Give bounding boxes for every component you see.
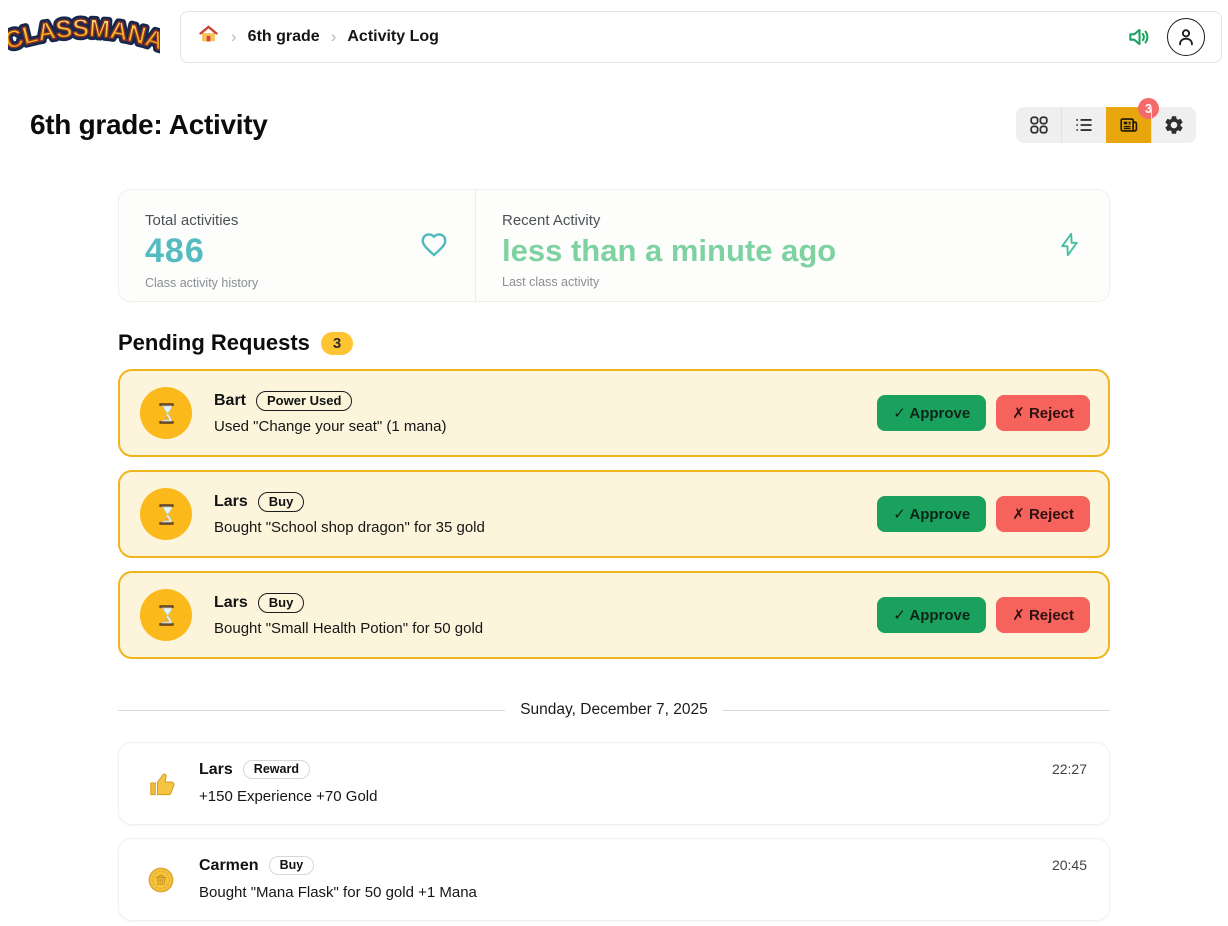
list-view-button[interactable] <box>1061 107 1106 143</box>
breadcrumb-separator: › <box>231 27 237 47</box>
stat-recent-activity: Recent Activity less than a minute ago L… <box>475 190 1109 301</box>
student-name: Lars <box>214 493 248 511</box>
activity-description: +150 Experience +70 Gold <box>199 788 1052 805</box>
student-name: Lars <box>214 594 248 612</box>
main-content: Total activities 486 Class activity hist… <box>118 189 1110 926</box>
person-icon <box>1175 26 1197 48</box>
breadcrumb-class[interactable]: 6th grade <box>248 28 320 46</box>
stat-sublabel: Class activity history <box>145 276 258 290</box>
request-actions: ✓ Approve ✗ Reject <box>877 496 1090 532</box>
reject-button[interactable]: ✗ Reject <box>996 597 1090 633</box>
stats-card: Total activities 486 Class activity hist… <box>118 189 1110 302</box>
section-title: Pending Requests <box>118 330 310 356</box>
approve-button[interactable]: ✓ Approve <box>877 395 986 431</box>
request-type-pill: Power Used <box>256 391 352 411</box>
hourglass-avatar <box>140 488 192 540</box>
approve-button[interactable]: ✓ Approve <box>877 496 986 532</box>
activity-timestamp: 20:45 <box>1052 856 1087 903</box>
coin-icon <box>139 856 199 903</box>
pending-requests-heading: Pending Requests 3 <box>118 330 1110 356</box>
volume-button[interactable] <box>1126 24 1152 50</box>
stat-value: less than a minute ago <box>502 233 836 269</box>
activity-log-view-button[interactable]: 3 <box>1106 107 1151 143</box>
settings-gear-icon <box>1163 114 1185 136</box>
activity-type-pill: Buy <box>269 856 315 875</box>
hourglass-icon <box>153 501 180 528</box>
request-actions: ✓ Approve ✗ Reject <box>877 395 1090 431</box>
header-bar: › 6th grade › Activity Log <box>180 11 1222 63</box>
approve-button[interactable]: ✓ Approve <box>877 597 986 633</box>
request-details: Lars Buy Bought "School shop dragon" for… <box>214 492 855 536</box>
request-details: Lars Buy Bought "Small Health Potion" fo… <box>214 593 855 637</box>
activity-log-icon <box>1118 114 1140 136</box>
house-icon <box>197 23 220 45</box>
hourglass-icon <box>153 400 180 427</box>
reject-button[interactable]: ✗ Reject <box>996 395 1090 431</box>
heart-icon <box>419 229 449 264</box>
stat-total-activities: Total activities 486 Class activity hist… <box>119 190 475 301</box>
activity-description: Bought "Mana Flask" for 50 gold +1 Mana <box>199 884 1052 901</box>
request-description: Bought "School shop dragon" for 35 gold <box>214 519 855 536</box>
view-toggle: 3 <box>1016 107 1196 143</box>
activity-timestamp: 22:27 <box>1052 760 1087 807</box>
breadcrumb-activity-log[interactable]: Activity Log <box>347 28 439 46</box>
hourglass-avatar <box>140 387 192 439</box>
grid-view-button[interactable] <box>1016 107 1061 143</box>
request-actions: ✓ Approve ✗ Reject <box>877 597 1090 633</box>
divider-line <box>723 710 1110 711</box>
stat-sublabel: Last class activity <box>502 275 836 289</box>
volume-icon <box>1126 24 1152 50</box>
divider-line <box>118 710 505 711</box>
activity-type-pill: Reward <box>243 760 310 779</box>
page-title: 6th grade: Activity <box>30 109 268 141</box>
breadcrumb-separator: › <box>331 27 337 47</box>
request-type-pill: Buy <box>258 593 305 613</box>
request-details: Bart Power Used Used "Change your seat" … <box>214 391 855 435</box>
request-description: Bought "Small Health Potion" for 50 gold <box>214 620 855 637</box>
date-label: Sunday, December 7, 2025 <box>520 701 708 719</box>
pending-count-pill: 3 <box>321 332 353 355</box>
activity-details: Carmen Buy Bought "Mana Flask" for 50 go… <box>199 856 1052 903</box>
request-description: Used "Change your seat" (1 mana) <box>214 418 855 435</box>
breadcrumb: › 6th grade › Activity Log <box>197 23 439 50</box>
date-divider: Sunday, December 7, 2025 <box>118 701 1110 719</box>
header-actions <box>1126 18 1205 56</box>
activity-entry: Lars Reward +150 Experience +70 Gold 22:… <box>118 742 1110 825</box>
stat-value: 486 <box>145 232 258 271</box>
reject-button[interactable]: ✗ Reject <box>996 496 1090 532</box>
hourglass-avatar <box>140 589 192 641</box>
pending-request-card: Lars Buy Bought "School shop dragon" for… <box>118 470 1110 558</box>
grid-view-icon <box>1028 114 1050 136</box>
list-view-icon <box>1073 114 1095 136</box>
student-name: Carmen <box>199 857 259 875</box>
settings-button[interactable] <box>1151 107 1196 143</box>
hourglass-icon <box>153 602 180 629</box>
student-name: Bart <box>214 392 246 410</box>
profile-avatar-button[interactable] <box>1167 18 1205 56</box>
stat-label: Total activities <box>145 212 258 229</box>
pending-request-card: Bart Power Used Used "Change your seat" … <box>118 369 1110 457</box>
title-row: 6th grade: Activity 3 <box>30 107 1196 143</box>
activity-entry: Carmen Buy Bought "Mana Flask" for 50 go… <box>118 838 1110 921</box>
classmana-logo[interactable]: CLASSMANA CLASSMANA <box>8 8 160 65</box>
student-name: Lars <box>199 761 233 779</box>
home-icon[interactable] <box>197 23 220 50</box>
stat-label: Recent Activity <box>502 212 836 229</box>
activity-details: Lars Reward +150 Experience +70 Gold <box>199 760 1052 807</box>
classmana-logo-icon: CLASSMANA CLASSMANA <box>8 8 160 60</box>
top-bar: CLASSMANA CLASSMANA › 6th grade › Activi… <box>0 0 1228 65</box>
svg-text:CLASSMANA: CLASSMANA <box>8 14 160 55</box>
request-type-pill: Buy <box>258 492 305 512</box>
thumbs-up-icon <box>139 760 199 807</box>
lightning-icon <box>1056 231 1083 263</box>
pending-request-card: Lars Buy Bought "Small Health Potion" fo… <box>118 571 1110 659</box>
